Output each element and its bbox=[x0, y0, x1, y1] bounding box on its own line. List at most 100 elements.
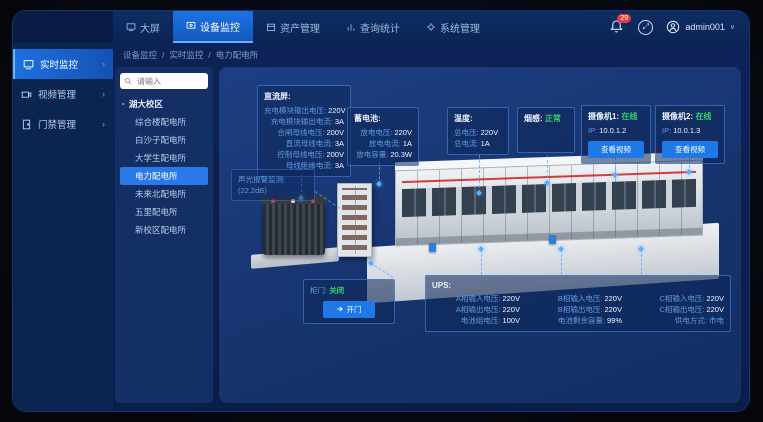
open-door-icon bbox=[336, 305, 344, 313]
user-menu[interactable]: admin001 ∨ bbox=[666, 20, 735, 34]
field-value: 20.3W bbox=[390, 150, 412, 159]
breadcrumb-part[interactable]: 实时监控 bbox=[169, 49, 203, 61]
ups-grid: A相输入电压:220V A相输出电压:220V 电池组电压:100V B相输入电… bbox=[432, 293, 724, 326]
camera2-panel: 摄像机2: 在线 IP:10.0.1.3 查看视频 bbox=[655, 105, 725, 164]
field-value: 220V bbox=[604, 294, 622, 303]
open-door-button[interactable]: 开门 bbox=[323, 301, 375, 318]
tree-root-node[interactable]: - 湖大校区 bbox=[122, 98, 208, 110]
sensor-box bbox=[549, 235, 556, 244]
field-value: 3A bbox=[335, 161, 344, 170]
connector-line bbox=[641, 249, 642, 275]
field-value: 220V bbox=[706, 294, 724, 303]
field-label: C相输入电压: bbox=[659, 294, 704, 303]
field-label: B相输出电压: bbox=[558, 305, 603, 314]
alarm-count-badge: 29 bbox=[617, 14, 631, 23]
field-value: 99% bbox=[607, 316, 622, 325]
battery-rack-divider bbox=[355, 186, 356, 254]
switchgear-row bbox=[395, 160, 703, 247]
tab-label: 系统管理 bbox=[440, 20, 480, 35]
camera1-title: 摄像机1: bbox=[588, 112, 619, 121]
door-label: 柜门: bbox=[310, 286, 327, 295]
device-frame: 大屏 设备监控 资产管理 查询统计 系统管理 bbox=[0, 0, 763, 422]
scene-panel: 直流屏: 充电模块输出电压:220V 充电模块输出电流:3A 合闸母线电压:20… bbox=[219, 67, 741, 403]
field-label: 总电流: bbox=[454, 139, 479, 148]
left-sidebar: 实时监控 › 视频管理 › 门禁管理 › bbox=[13, 43, 113, 412]
username: admin001 bbox=[685, 22, 725, 32]
view-video-button[interactable]: 查看视频 bbox=[662, 141, 718, 158]
field-value: 市电 bbox=[709, 316, 724, 325]
view-video-button[interactable]: 查看视频 bbox=[588, 141, 644, 158]
tree-item-selected[interactable]: 电力配电所 bbox=[120, 167, 208, 185]
sidebar-item-label: 实时监控 bbox=[40, 57, 78, 71]
tab-dashboard[interactable]: 大屏 bbox=[113, 11, 173, 43]
tab-label: 资产管理 bbox=[280, 20, 320, 35]
sidebar-item-label: 视频管理 bbox=[38, 87, 76, 101]
tree-item[interactable]: 综合楼配电所 bbox=[120, 113, 208, 131]
ups-panel: UPS: A相输入电压:220V A相输出电压:220V 电池组电压:100V … bbox=[425, 275, 731, 332]
field-label: 电池剩余容量: bbox=[558, 316, 605, 325]
top-navbar: 大屏 设备监控 资产管理 查询统计 系统管理 bbox=[13, 11, 749, 43]
asset-box-icon bbox=[266, 22, 276, 32]
open-door-label: 开门 bbox=[347, 305, 362, 314]
fullscreen-button[interactable]: ⤢ bbox=[638, 20, 653, 35]
tree-item[interactable]: 新校区配电所 bbox=[120, 221, 208, 239]
tree-search-input[interactable] bbox=[135, 76, 204, 87]
breadcrumb-part[interactable]: 设备监控 bbox=[123, 49, 157, 61]
field-label: 合闸母线电压: bbox=[277, 128, 324, 137]
field-label: C相输出电压: bbox=[659, 305, 704, 314]
chevron-right-icon: › bbox=[102, 119, 105, 129]
field-label: 放电电流: bbox=[369, 139, 401, 148]
tab-device-monitoring[interactable]: 设备监控 bbox=[173, 11, 253, 43]
tab-label: 大屏 bbox=[140, 20, 160, 35]
tab-label: 设备监控 bbox=[200, 19, 240, 34]
battery-panel: 蓄电池: 放电电压:220V 放电电流:1A 放电容量:20.3W bbox=[347, 107, 419, 166]
field-value: 220V bbox=[502, 294, 520, 303]
field-label: B相输入电压: bbox=[558, 294, 603, 303]
camera2-title: 摄像机2: bbox=[662, 112, 693, 121]
video-camera-icon bbox=[21, 89, 32, 100]
battery-rack bbox=[337, 183, 372, 257]
gear-icon bbox=[426, 22, 436, 32]
field-label: 充电模块输出电压: bbox=[264, 106, 326, 115]
sidebar-item-access-control[interactable]: 门禁管理 › bbox=[13, 109, 113, 139]
nav-tabs: 大屏 设备监控 资产管理 查询统计 系统管理 bbox=[113, 11, 493, 43]
field-value: 220V bbox=[394, 128, 412, 137]
fullscreen-icon: ⤢ bbox=[643, 22, 649, 32]
field-label: 总电压: bbox=[454, 128, 479, 137]
stats-bars-icon bbox=[346, 22, 356, 32]
ip-value: 10.0.1.2 bbox=[599, 126, 626, 135]
field-value: 220V bbox=[328, 106, 346, 115]
sidebar-item-video-management[interactable]: 视频管理 › bbox=[13, 79, 113, 109]
breadcrumb: 设备监控 / 实时监控 / 电力配电所 bbox=[113, 43, 749, 67]
ip-label: IP: bbox=[588, 126, 597, 135]
tree-item[interactable]: 白沙子配电所 bbox=[120, 131, 208, 149]
tree-root-label: 湖大校区 bbox=[129, 98, 163, 110]
alarm-bell-button[interactable]: 29 bbox=[609, 19, 625, 35]
field-value: 1A bbox=[403, 139, 412, 148]
collapse-icon: - bbox=[122, 98, 125, 110]
avatar-icon bbox=[666, 20, 680, 34]
field-value: 100V bbox=[502, 316, 520, 325]
dc-panel: 直流屏: 充电模块输出电压:220V 充电模块输出电流:3A 合闸母线电压:20… bbox=[257, 85, 351, 177]
sidebar-item-realtime-monitoring[interactable]: 实时监控 › bbox=[13, 49, 113, 79]
tree-item[interactable]: 五里配电所 bbox=[120, 203, 208, 221]
field-label: A相输出电压: bbox=[456, 305, 501, 314]
dc-panel-title: 直流屏: bbox=[264, 91, 344, 102]
tab-query-statistics[interactable]: 查询统计 bbox=[333, 11, 413, 43]
tree-item[interactable]: 大学生配电所 bbox=[120, 149, 208, 167]
tree-item[interactable]: 未来北配电所 bbox=[120, 185, 208, 203]
tab-system-management[interactable]: 系统管理 bbox=[413, 11, 493, 43]
field-value: 1A bbox=[481, 139, 490, 148]
door-status: 关闭 bbox=[329, 286, 344, 295]
connector-line bbox=[481, 249, 482, 275]
cabinet-door-panel: 柜门: 关闭 开门 bbox=[303, 279, 395, 324]
tab-asset-management[interactable]: 资产管理 bbox=[253, 11, 333, 43]
field-label: 充电模块输出电流: bbox=[271, 117, 333, 126]
station-tree-panel: - 湖大校区 综合楼配电所 白沙子配电所 大学生配电所 电力配电所 未来北配电所… bbox=[115, 67, 213, 403]
smoke-panel-title: 烟感: bbox=[524, 114, 543, 123]
ip-value: 10.0.1.3 bbox=[673, 126, 700, 135]
tab-label: 查询统计 bbox=[360, 20, 400, 35]
chevron-down-icon: ∨ bbox=[730, 23, 735, 31]
field-value: 220V bbox=[604, 305, 622, 314]
chevron-right-icon: › bbox=[102, 59, 105, 69]
